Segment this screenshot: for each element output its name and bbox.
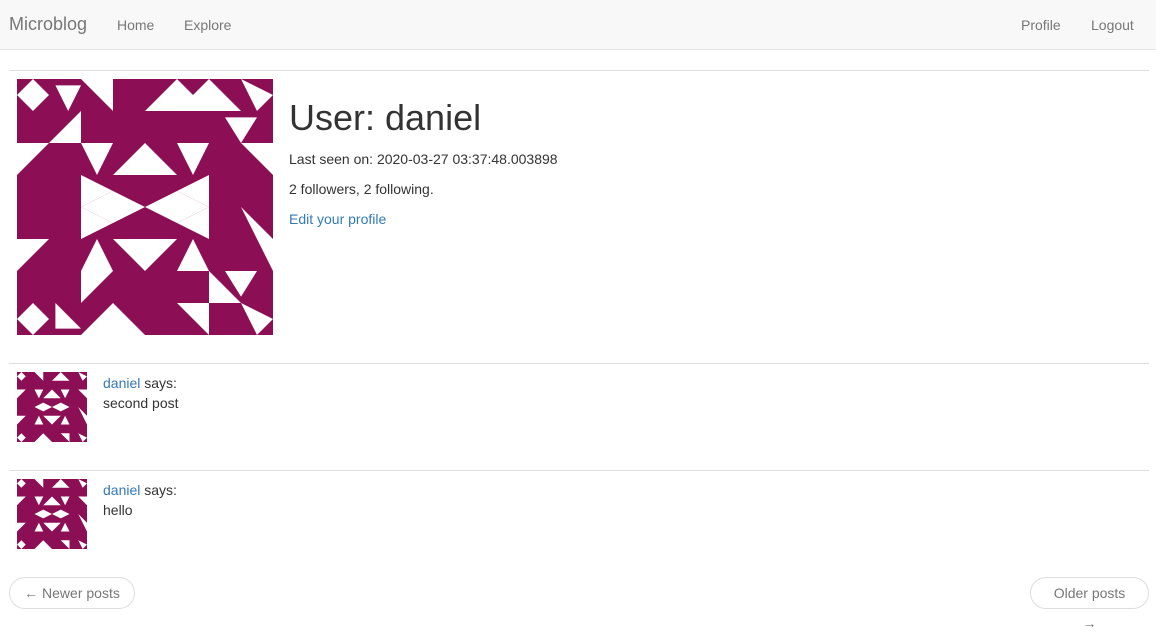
divider: [9, 470, 1149, 471]
top-navbar: Microblog Home Explore Profile Logout: [0, 0, 1156, 50]
last-seen-text: Last seen on: 2020-03-27 03:37:48.003898: [289, 151, 558, 167]
nav-explore-link[interactable]: Explore: [184, 16, 231, 34]
post-says-label: says:: [140, 482, 177, 498]
post-body: hello: [103, 502, 133, 518]
post-author-link[interactable]: daniel: [103, 375, 140, 391]
profile-avatar-identicon-icon: [17, 79, 273, 335]
post-says-label: says:: [140, 375, 177, 391]
nav-home-link[interactable]: Home: [117, 16, 154, 34]
post-author-link[interactable]: daniel: [103, 482, 140, 498]
post-body: second post: [103, 395, 179, 411]
divider: [9, 70, 1149, 71]
edit-profile-link[interactable]: Edit your profile: [289, 210, 386, 228]
post-avatar-identicon-icon[interactable]: [17, 479, 87, 549]
post-header: daniel says:: [103, 374, 177, 392]
nav-logout-link[interactable]: Logout: [1091, 16, 1134, 34]
nav-profile-link[interactable]: Profile: [1021, 16, 1061, 34]
older-posts-button[interactable]: Older posts →: [1030, 577, 1149, 631]
post-avatar-identicon-icon[interactable]: [17, 372, 87, 442]
divider: [9, 363, 1149, 364]
post-header: daniel says:: [103, 481, 177, 499]
brand-link[interactable]: Microblog: [9, 14, 87, 34]
newer-posts-button[interactable]: ← Newer posts: [9, 577, 135, 609]
follow-stats-text: 2 followers, 2 following.: [289, 181, 434, 197]
profile-title: User: daniel: [289, 97, 482, 138]
